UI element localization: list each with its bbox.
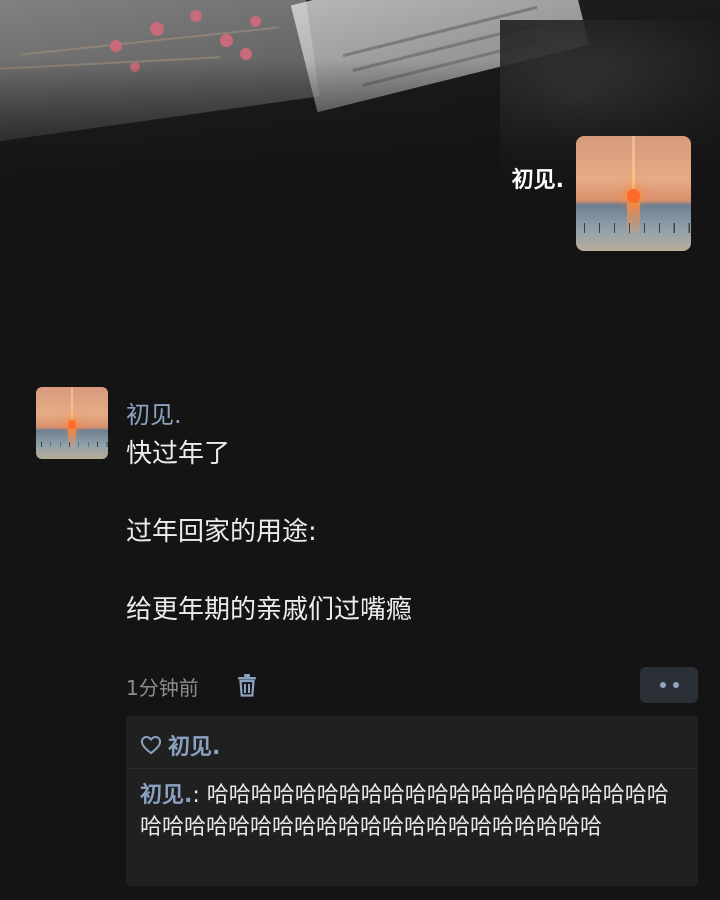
- panel-divider: [126, 768, 698, 769]
- post-content: 快过年了 过年回家的用途: 给更年期的亲戚们过嘴瘾: [126, 435, 686, 629]
- comment-author[interactable]: 初见.: [140, 783, 192, 808]
- cover-flower: [240, 48, 252, 60]
- profile-avatar[interactable]: [576, 136, 691, 251]
- cover-flower: [150, 22, 164, 36]
- cover-flower: [220, 34, 233, 47]
- cover-flower: [250, 16, 261, 27]
- heart-outline-icon: [140, 735, 162, 755]
- comment-text: 哈哈哈哈哈哈哈哈哈哈哈哈哈哈哈哈哈哈哈哈哈哈哈哈哈哈哈哈哈哈哈哈哈哈哈哈哈哈哈哈…: [140, 783, 669, 840]
- comment-item[interactable]: 初见.: 哈哈哈哈哈哈哈哈哈哈哈哈哈哈哈哈哈哈哈哈哈哈哈哈哈哈哈哈哈哈哈哈哈哈哈…: [140, 780, 685, 844]
- more-dots-icon: [659, 682, 666, 688]
- post-author-avatar[interactable]: [36, 387, 108, 459]
- post-text-line: 过年回家的用途:: [126, 517, 317, 547]
- more-dots-icon: [672, 682, 679, 688]
- likes-row: 初见.: [140, 728, 220, 762]
- post-text-line: 快过年了: [126, 439, 231, 469]
- profile-name[interactable]: 初见.: [512, 162, 564, 194]
- post-timestamp: 1分钟前: [126, 676, 199, 700]
- post-author-name[interactable]: 初见.: [126, 395, 182, 430]
- sunset-beach-avatar-icon: [576, 136, 691, 251]
- sunset-beach-avatar-icon: [36, 387, 108, 459]
- post-text-line: 给更年期的亲戚们过嘴瘾: [126, 595, 413, 625]
- comment-separator: :: [192, 783, 207, 808]
- trash-icon[interactable]: [236, 672, 258, 698]
- cover-flower: [190, 10, 202, 22]
- likes-comments-panel: 初见. 初见.: 哈哈哈哈哈哈哈哈哈哈哈哈哈哈哈哈哈哈哈哈哈哈哈哈哈哈哈哈哈哈哈…: [126, 716, 698, 886]
- like-user-name[interactable]: 初见.: [168, 729, 220, 761]
- more-actions-button[interactable]: [640, 667, 698, 703]
- cover-flower: [110, 40, 122, 52]
